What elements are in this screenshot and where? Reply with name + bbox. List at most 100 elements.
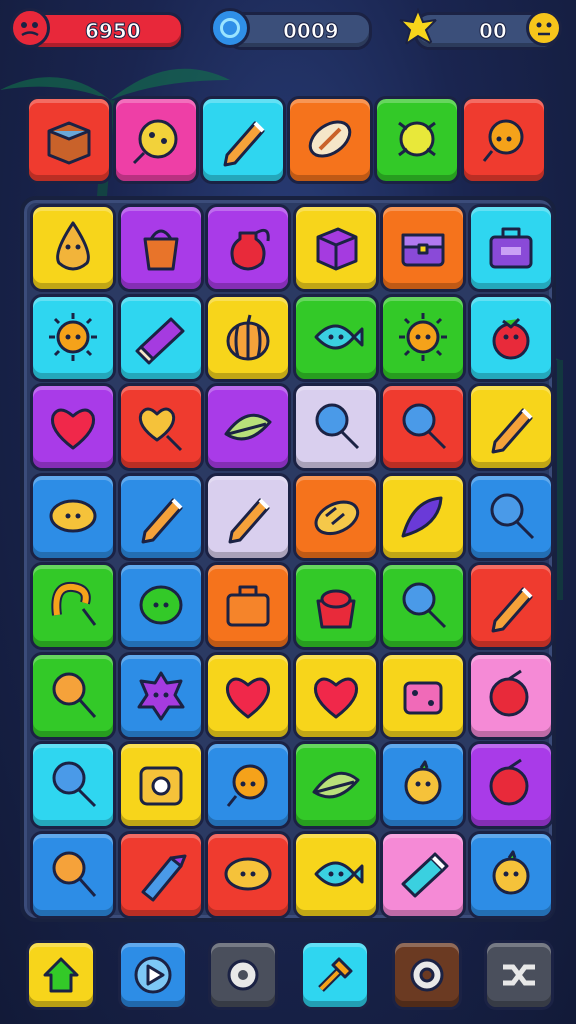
board-tile[interactable] <box>380 383 466 471</box>
book-icon <box>135 317 184 364</box>
drop-icon <box>56 221 90 271</box>
board-tile[interactable] <box>205 293 291 382</box>
board-tile[interactable] <box>117 830 204 919</box>
gear-button[interactable] <box>208 940 278 1010</box>
star-value: 00 <box>479 19 508 44</box>
basket-icon <box>143 229 178 271</box>
board-tile[interactable] <box>467 293 554 382</box>
board-tile[interactable] <box>292 562 379 650</box>
top-tile[interactable] <box>113 96 199 184</box>
shuffle-button[interactable] <box>484 940 554 1010</box>
board-tile[interactable] <box>205 651 291 740</box>
board-tile[interactable] <box>380 651 466 740</box>
board-tile[interactable] <box>467 562 554 650</box>
shuffle-icon <box>503 964 535 986</box>
game-board <box>20 196 556 922</box>
coin-bar: 0009 <box>210 8 372 50</box>
top-tile-row <box>26 96 550 184</box>
board-tile[interactable] <box>205 383 291 471</box>
hammer-button[interactable] <box>300 940 370 1010</box>
board-tile[interactable] <box>380 472 466 561</box>
angry-face-icon <box>10 8 50 48</box>
board-tile[interactable] <box>117 293 204 382</box>
safe-icon <box>139 766 182 806</box>
board-tile[interactable] <box>205 830 291 919</box>
cherry-icon <box>489 758 528 806</box>
board-tile[interactable] <box>380 562 466 650</box>
board-tile[interactable] <box>467 830 554 919</box>
berry-icon <box>492 317 529 359</box>
bird-icon <box>226 764 268 807</box>
board-tile[interactable] <box>117 383 204 471</box>
board-tile[interactable] <box>292 472 379 561</box>
board-tile[interactable] <box>205 741 291 829</box>
blue-coin-icon <box>210 8 250 48</box>
board-tile[interactable] <box>117 204 204 292</box>
score-value: 6950 <box>85 19 142 44</box>
battery-icon <box>401 852 449 897</box>
magnifier-icon <box>52 672 97 718</box>
settings-button[interactable] <box>392 940 462 1010</box>
cube-icon <box>316 227 357 271</box>
heart-icon <box>313 677 358 718</box>
top-tile[interactable] <box>200 96 286 184</box>
board-tile[interactable] <box>380 741 466 829</box>
home-button[interactable] <box>26 940 96 1010</box>
bird-icon <box>482 119 524 162</box>
heart-lollipop-icon <box>138 407 182 452</box>
blob-icon <box>139 585 182 625</box>
lollipop-icon <box>490 493 534 539</box>
suitcase-icon <box>226 585 270 627</box>
board-tile[interactable] <box>380 204 466 292</box>
top-tile[interactable] <box>287 96 373 184</box>
board-tile[interactable] <box>292 651 379 740</box>
board-tile[interactable] <box>467 204 554 292</box>
pumpkin-icon <box>226 314 270 360</box>
top-tile[interactable] <box>374 96 460 184</box>
board-tile[interactable] <box>30 383 116 471</box>
potion-icon <box>230 228 270 271</box>
board-tile[interactable] <box>30 741 116 829</box>
board-tile[interactable] <box>117 651 204 740</box>
board-tile[interactable] <box>292 830 379 919</box>
board-tile[interactable] <box>30 830 116 919</box>
board-tile[interactable] <box>467 741 554 829</box>
sun-icon <box>399 312 447 361</box>
play-button[interactable] <box>118 940 188 1010</box>
star-bar: 00 <box>398 8 566 50</box>
board-tile[interactable] <box>205 562 291 650</box>
board-tile[interactable] <box>467 651 554 740</box>
chick-icon <box>404 760 442 805</box>
lollipop-icon <box>402 403 447 450</box>
board-tile[interactable] <box>292 204 379 292</box>
board-tile[interactable] <box>292 293 379 382</box>
board-tile[interactable] <box>30 562 116 650</box>
board-tile[interactable] <box>205 204 291 292</box>
sun-icon <box>49 312 97 361</box>
fish-icon <box>314 324 363 349</box>
lemon-icon <box>224 857 272 890</box>
board-tile[interactable] <box>30 472 116 561</box>
board-tile[interactable] <box>292 383 379 471</box>
board-tile[interactable] <box>380 830 466 919</box>
pencil-icon <box>223 121 265 167</box>
board-tile[interactable] <box>380 293 466 382</box>
pencil-icon <box>228 498 270 543</box>
hammer-icon <box>318 957 353 992</box>
crayon-icon <box>141 854 186 901</box>
board-tile[interactable] <box>205 472 291 561</box>
board-tile[interactable] <box>117 741 204 829</box>
box-icon <box>47 121 91 165</box>
top-tile[interactable] <box>26 96 112 184</box>
board-tile[interactable] <box>30 293 116 382</box>
board-tile[interactable] <box>117 472 204 561</box>
sad-face-icon[interactable] <box>526 10 562 46</box>
board-tile[interactable] <box>30 204 116 292</box>
leaf-icon <box>224 413 272 441</box>
board-tile[interactable] <box>467 472 554 561</box>
board-tile[interactable] <box>117 562 204 650</box>
top-tile[interactable] <box>461 96 547 184</box>
board-tile[interactable] <box>292 741 379 829</box>
board-tile[interactable] <box>30 651 116 740</box>
board-tile[interactable] <box>467 383 554 471</box>
